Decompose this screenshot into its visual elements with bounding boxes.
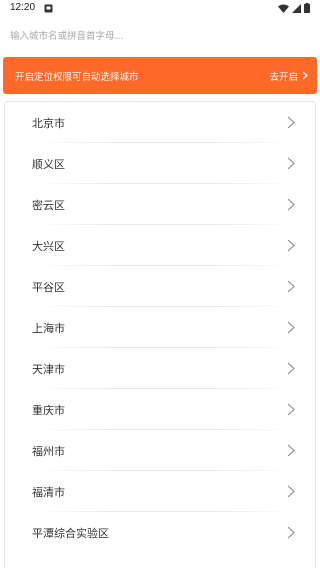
chevron-right-icon [287,403,295,416]
chevron-right-icon [287,198,295,211]
chevron-right-icon [287,362,295,375]
enable-location-button[interactable]: 去开启 [269,69,308,83]
city-list-item[interactable]: 福清市 [5,471,315,512]
chevron-right-icon [302,71,308,80]
city-list-item[interactable]: 大兴区 [5,225,315,266]
city-list-item[interactable]: 重庆市 [5,389,315,430]
city-name: 福清市 [32,485,65,499]
city-search-input[interactable] [10,26,310,46]
enable-location-label: 去开启 [269,71,298,83]
location-banner-message: 开启定位权限可自动选择城市 [15,71,139,83]
app-screen: 12:20 开启定位权限可自动选择城市 去开启 [0,0,320,568]
city-list-card: 北京市 顺义区 密云区 大兴区 平谷区 上海市 天津市 重庆市 福州市 福清市 … [4,101,316,568]
city-list: 北京市 顺义区 密云区 大兴区 平谷区 上海市 天津市 重庆市 福州市 福清市 … [5,102,315,553]
chevron-right-icon [287,239,295,252]
chevron-right-icon [287,444,295,457]
status-bar: 12:20 [0,0,320,18]
city-list-item[interactable]: 北京市 [5,102,315,143]
city-name: 北京市 [32,116,65,130]
city-list-item[interactable]: 顺义区 [5,143,315,184]
notification-icon [44,4,53,13]
city-list-item[interactable]: 平潭综合实验区 [5,512,315,553]
chevron-right-icon [287,116,295,129]
chevron-right-icon [287,321,295,334]
location-permission-banner[interactable]: 开启定位权限可自动选择城市 去开启 [3,57,317,94]
battery-icon [304,3,310,13]
city-list-item[interactable]: 上海市 [5,307,315,348]
city-name: 大兴区 [32,239,65,253]
status-time: 12:20 [10,2,36,13]
city-name: 福州市 [32,444,65,458]
city-list-item[interactable]: 密云区 [5,184,315,225]
chevron-right-icon [287,485,295,498]
city-name: 密云区 [32,198,65,212]
status-icons [278,3,310,13]
city-name: 平潭综合实验区 [32,526,109,540]
search-bar [0,18,320,54]
city-list-item[interactable]: 天津市 [5,348,315,389]
chevron-right-icon [287,280,295,293]
chevron-right-icon [287,157,295,170]
city-name: 重庆市 [32,403,65,417]
city-name: 顺义区 [32,157,65,171]
signal-icon [292,3,301,13]
city-name: 天津市 [32,362,65,376]
city-list-item[interactable]: 福州市 [5,430,315,471]
city-name: 上海市 [32,321,65,335]
city-name: 平谷区 [32,280,65,294]
wifi-icon [278,4,289,13]
city-list-item[interactable]: 平谷区 [5,266,315,307]
chevron-right-icon [287,526,295,539]
